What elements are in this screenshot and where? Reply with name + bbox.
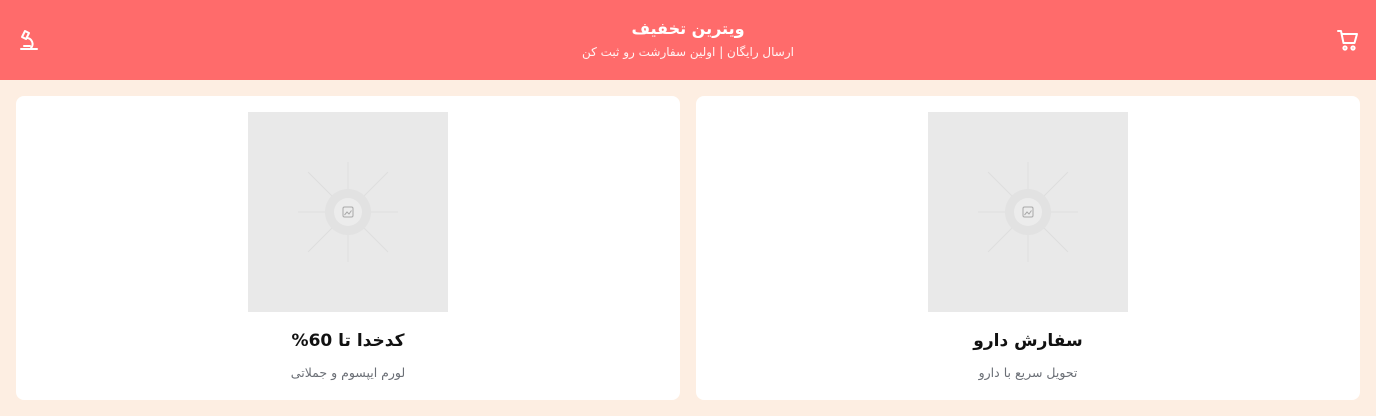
top-header-bar: ویترین تخفیف ارسال رایگان | اولین سفارشت… bbox=[0, 0, 1376, 80]
card-image-placeholder bbox=[928, 112, 1128, 312]
product-card-drug-order[interactable]: سفارش دارو تحویل سریع با دارو bbox=[696, 96, 1360, 400]
microscope-icon bbox=[20, 30, 38, 50]
card-description: تحویل سریع با دارو bbox=[978, 365, 1078, 380]
image-placeholder-icon bbox=[978, 162, 1078, 262]
card-title: سفارش دارو bbox=[973, 331, 1083, 351]
image-placeholder-icon bbox=[298, 162, 398, 262]
card-title: کدخدا تا 60% bbox=[291, 331, 405, 351]
header-subtitle: ارسال رایگان | اولین سفارشت رو ثبت کن bbox=[581, 45, 794, 59]
lab-button[interactable] bbox=[18, 29, 40, 51]
card-image-placeholder bbox=[248, 112, 448, 312]
card-description: لورم ایپسوم و جملاتی bbox=[290, 365, 406, 380]
header-text-block: ویترین تخفیف ارسال رایگان | اولین سفارشت… bbox=[0, 18, 1376, 61]
header-title: ویترین تخفیف bbox=[631, 19, 745, 38]
product-card-discount[interactable]: کدخدا تا 60% لورم ایپسوم و جملاتی bbox=[16, 96, 680, 400]
